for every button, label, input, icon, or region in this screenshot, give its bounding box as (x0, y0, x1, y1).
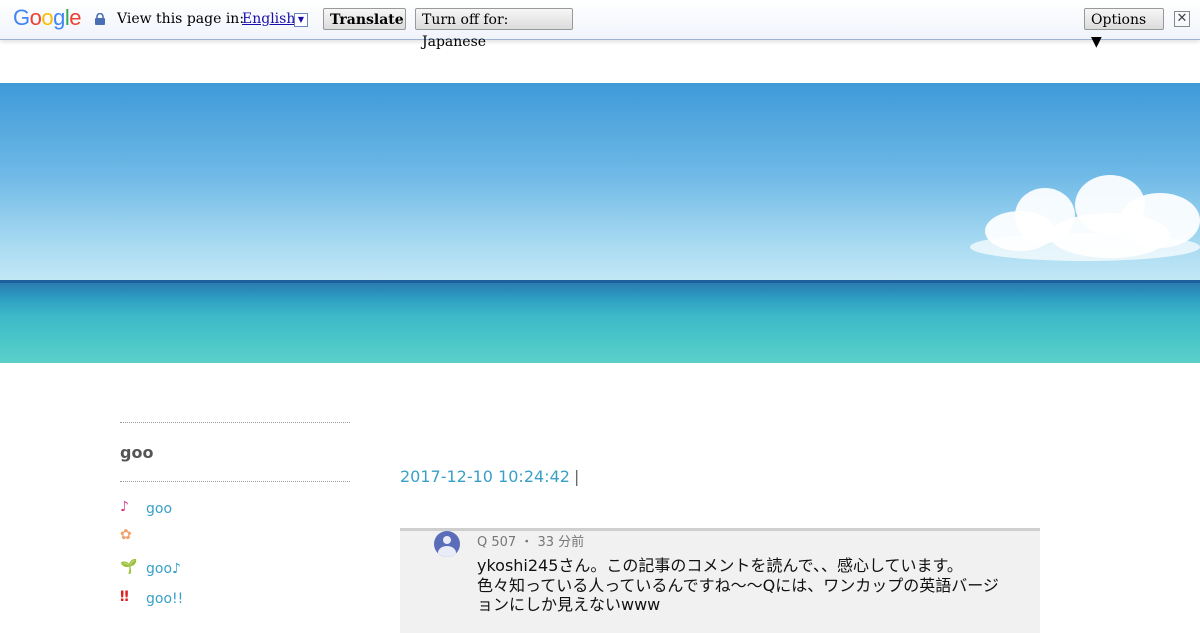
divider (120, 481, 350, 482)
sidebar-item-label[interactable]: goo!! (146, 591, 183, 607)
close-icon[interactable]: ✕ (1174, 11, 1190, 27)
sea (0, 283, 1200, 363)
post-separator: | (574, 467, 580, 486)
comment-actions (477, 623, 1037, 633)
flower-icon: ✿ (120, 527, 132, 543)
translate-bar: Google View this page in: English ▼ Tran… (0, 0, 1200, 50)
language-select[interactable]: English (242, 11, 295, 27)
comment-line: ョンにしか見えないwww (477, 595, 661, 614)
options-button[interactable]: Options ▼ (1084, 8, 1164, 50)
google-logo: Google (13, 5, 82, 30)
turn-off-button[interactable]: Turn off for: Japanese (415, 8, 573, 50)
sprout-icon: 🌱 (120, 559, 138, 575)
sidebar-item-label[interactable]: goo (146, 501, 172, 517)
comment-screenshot: Q 507 ・ 33 分前 ykoshi245さん。この記事のコメントを読んで、… (400, 528, 1040, 633)
double-exclamation-icon: ‼ (120, 589, 129, 605)
music-note-icon: ♪ (120, 499, 129, 515)
view-page-label: View this page in: (117, 11, 245, 27)
post-datetime[interactable]: 2017-12-10 10:24:42 (400, 467, 570, 486)
sidebar-item-label[interactable]: goo♪ (146, 561, 181, 577)
lock-icon (95, 13, 105, 25)
sidebar-title: goo (120, 443, 154, 462)
chevron-down-icon[interactable]: ▼ (294, 13, 308, 27)
avatar (434, 531, 460, 557)
comment-meta: Q 507 ・ 33 分前 (477, 535, 585, 550)
translate-button[interactable]: Translate (323, 8, 406, 30)
header-image (0, 83, 1200, 363)
divider (120, 422, 350, 423)
cloud (970, 233, 1200, 261)
